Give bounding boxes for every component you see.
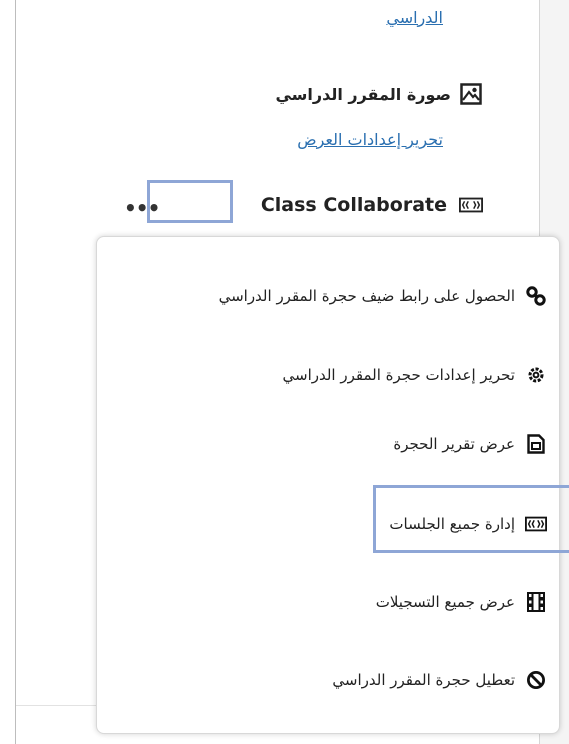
menu-item-guest-link[interactable]: الحصول على رابط ضيف حجرة المقرر الدراسي [219, 285, 547, 307]
edit-display-settings-link[interactable]: تحرير إعدادات العرض [297, 130, 443, 149]
block-icon [525, 669, 547, 691]
menu-item-label: عرض تقرير الحجرة [393, 435, 515, 453]
film-icon [525, 591, 547, 613]
menu-item-edit-room-settings[interactable]: تحرير إعدادات حجرة المقرر الدراسي [283, 364, 548, 386]
report-icon [525, 433, 547, 455]
highlight-box [147, 180, 233, 223]
page-left-border [15, 0, 16, 744]
class-collaborate-row[interactable]: Class Collaborate [261, 193, 483, 217]
menu-item-label: الحصول على رابط ضيف حجرة المقرر الدراسي [218, 287, 515, 305]
menu-item-label: تعطيل حجرة المقرر الدراسي [332, 671, 515, 689]
class-collaborate-label: Class Collaborate [260, 194, 447, 216]
collaborate-icon [459, 193, 483, 217]
link-icon [525, 285, 547, 307]
menu-item-room-report[interactable]: عرض تقرير الحجرة [393, 433, 547, 455]
menu-item-disable-room[interactable]: تعطيل حجرة المقرر الدراسي [332, 669, 547, 691]
course-link-partial[interactable]: الدراسي [386, 8, 443, 27]
image-icon [459, 82, 483, 106]
menu-item-view-recordings[interactable]: عرض جميع التسجيلات [376, 591, 547, 613]
highlight-box-sessions [373, 485, 569, 553]
gear-icon [525, 364, 547, 386]
course-image-row: صورة المقرر الدراسي [275, 82, 483, 106]
course-image-label: صورة المقرر الدراسي [275, 84, 451, 104]
menu-item-label: عرض جميع التسجيلات [375, 593, 515, 611]
menu-item-label: تحرير إعدادات حجرة المقرر الدراسي [282, 366, 516, 384]
